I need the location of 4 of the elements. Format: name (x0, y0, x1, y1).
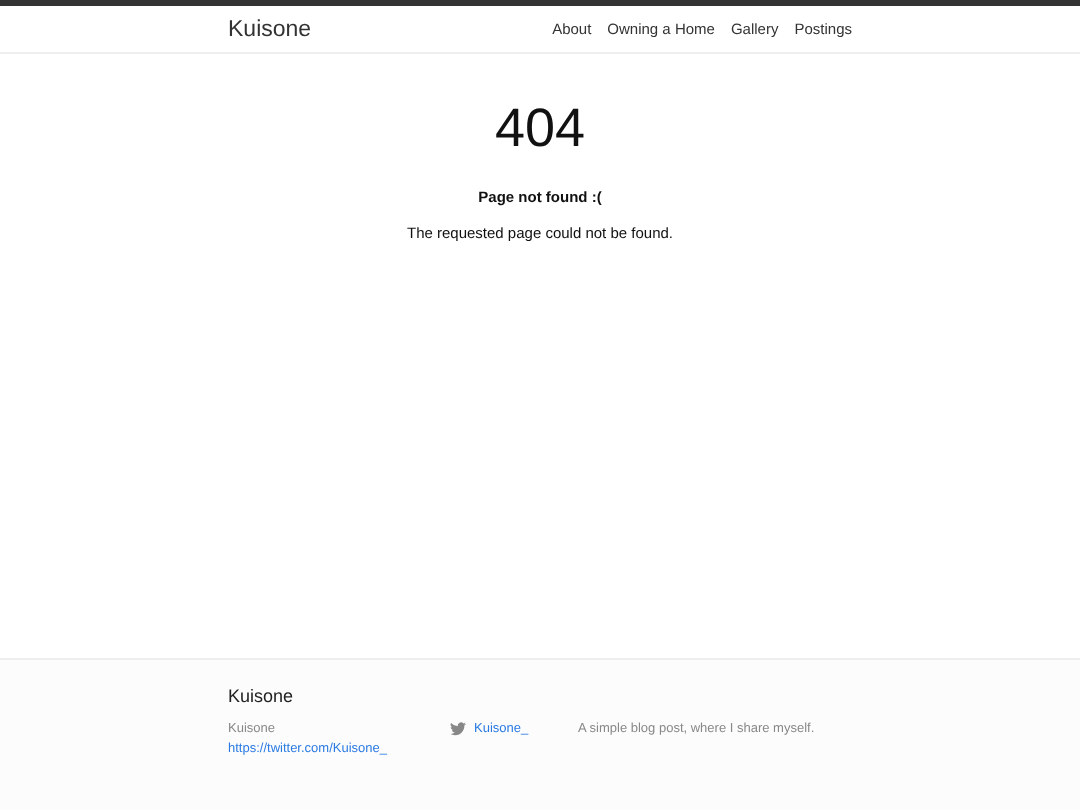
error-code: 404 (494, 98, 586, 160)
site-title[interactable]: Kuisone (228, 17, 312, 41)
bird-icon (450, 722, 466, 736)
footer-title: Kuisone (228, 686, 296, 706)
